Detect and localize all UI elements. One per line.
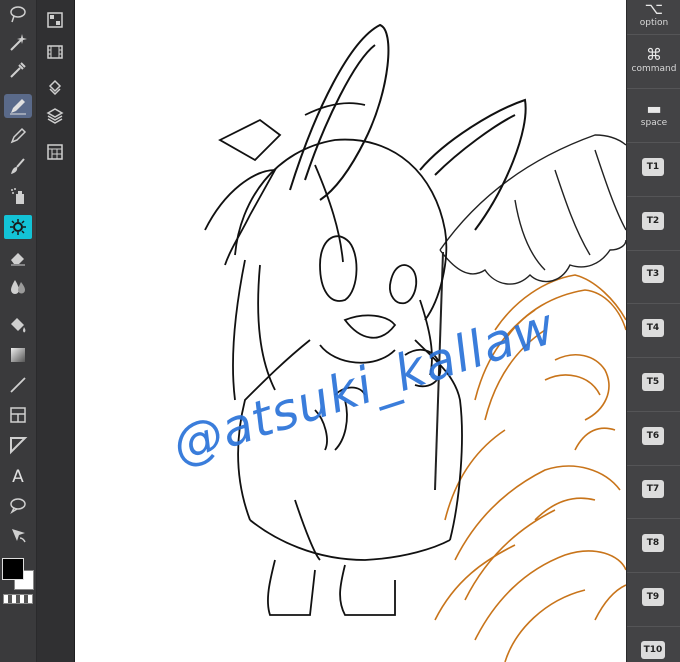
divider: [627, 626, 680, 627]
command-key-icon: ⌘: [646, 45, 662, 64]
color-set-icon[interactable]: [43, 40, 67, 64]
rabbit-ears-lineart: [289, 23, 527, 231]
tool-palette: A: [0, 0, 37, 662]
fill-icon[interactable]: [4, 313, 32, 337]
divider: [627, 572, 680, 573]
option-key-icon: ⌥: [644, 0, 664, 18]
option-key[interactable]: ⌥ option: [627, 0, 680, 28]
main-color-swatch[interactable]: [2, 558, 24, 580]
divider: [627, 465, 680, 466]
t7-button[interactable]: T7: [642, 480, 664, 498]
magic-wand-icon[interactable]: [4, 30, 32, 54]
t1-button[interactable]: T1: [642, 158, 664, 176]
command-key[interactable]: ⌘ command: [627, 45, 680, 75]
t9-button[interactable]: T9: [642, 588, 664, 606]
divider: [627, 303, 680, 304]
material-icon[interactable]: [43, 140, 67, 164]
divider: [627, 250, 680, 251]
t3-button[interactable]: T3: [642, 265, 664, 283]
animation-icon[interactable]: [43, 74, 67, 98]
drawing-canvas[interactable]: @atsuki_kallaw: [75, 0, 626, 662]
divider: [627, 518, 680, 519]
svg-text:A: A: [12, 467, 24, 485]
space-key-label: space: [640, 118, 668, 128]
t6-button[interactable]: T6: [642, 427, 664, 445]
t8-button[interactable]: T8: [642, 534, 664, 552]
correct-line-icon[interactable]: [4, 523, 32, 547]
balloon-icon[interactable]: [4, 493, 32, 517]
t10-button[interactable]: T10: [641, 641, 665, 659]
transparent-color-chip[interactable]: [3, 594, 33, 604]
pencil-icon[interactable]: [4, 124, 32, 148]
divider: [627, 196, 680, 197]
airbrush-icon[interactable]: [4, 184, 32, 208]
line-icon[interactable]: [4, 373, 32, 397]
text-icon[interactable]: A: [4, 463, 32, 487]
space-key[interactable]: ▬ space: [627, 99, 680, 129]
option-key-label: option: [639, 18, 669, 28]
ruler-icon[interactable]: [4, 433, 32, 457]
divider: [627, 411, 680, 412]
frame-icon[interactable]: [4, 403, 32, 427]
t2-button[interactable]: T2: [642, 212, 664, 230]
divider: [627, 142, 680, 143]
command-key-label: command: [631, 64, 677, 74]
divider: [627, 357, 680, 358]
t5-button[interactable]: T5: [642, 373, 664, 391]
blend-icon[interactable]: [4, 275, 32, 299]
lasso-icon[interactable]: [4, 2, 32, 26]
pen-icon[interactable]: [4, 94, 32, 118]
tool-property-icon[interactable]: [43, 8, 67, 32]
brush-icon[interactable]: [4, 154, 32, 178]
layers-icon[interactable]: [43, 104, 67, 128]
decoration-icon[interactable]: [4, 215, 32, 239]
eraser-icon[interactable]: [4, 245, 32, 269]
t4-button[interactable]: T4: [642, 319, 664, 337]
edge-keyboard-panel: ⌥ option ⌘ command ▬ space T1 T2 T3 T4 T…: [626, 0, 680, 662]
space-key-icon: ▬: [646, 99, 662, 118]
divider: [627, 34, 680, 35]
command-bar: [37, 0, 75, 662]
eyedropper-icon[interactable]: [4, 58, 32, 82]
gradient-icon[interactable]: [4, 343, 32, 367]
divider: [627, 88, 680, 89]
